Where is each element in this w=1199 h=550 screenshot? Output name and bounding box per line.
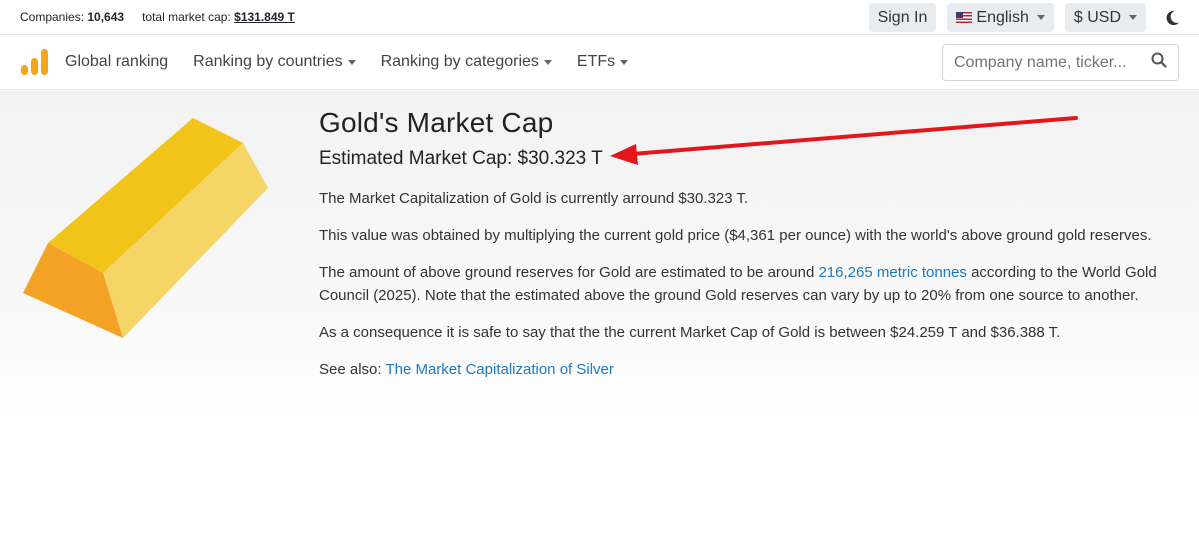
- page-title: Gold's Market Cap: [319, 107, 554, 138]
- reserves-link[interactable]: 216,265 metric tonnes: [818, 264, 966, 281]
- nav-ranking-by-countries-label: Ranking by countries: [193, 53, 343, 70]
- main-nav: Global ranking Ranking by countries Rank…: [0, 35, 1199, 90]
- currency-dropdown[interactable]: $ USD: [1064, 3, 1146, 32]
- estimated-market-cap: Estimated Market Cap: $30.323 T: [319, 148, 603, 169]
- article: Gold's Market Cap Estimated Market Cap: …: [319, 106, 1179, 381]
- nav-global-ranking[interactable]: Global ranking: [65, 53, 168, 71]
- nav-ranking-by-countries[interactable]: Ranking by countries: [193, 53, 356, 71]
- nav-etfs-label: ETFs: [576, 53, 616, 70]
- chevron-down-icon: [347, 59, 356, 65]
- total-market-cap: total market cap: $131.849 T: [142, 10, 295, 24]
- language-label: English: [976, 8, 1029, 26]
- chevron-down-icon: [1036, 15, 1045, 20]
- chevron-down-icon: [620, 59, 629, 65]
- nav-global-ranking-label: Global ranking: [65, 53, 169, 70]
- see-also: See also: The Market Capitalization of S…: [319, 358, 1179, 381]
- main-content: Gold's Market Cap Estimated Market Cap: …: [0, 91, 1199, 550]
- paragraph-current-cap: The Market Capitalization of Gold is cur…: [319, 190, 749, 207]
- us-flag-icon: [956, 12, 973, 23]
- currency-label: $ USD: [1073, 8, 1121, 26]
- chevron-down-icon: [1129, 15, 1137, 20]
- see-also-label: See also:: [319, 361, 386, 378]
- companies-value: 10,643: [87, 10, 125, 24]
- gold-bar-image: [23, 118, 268, 338]
- sign-in-label: Sign In: [877, 8, 928, 26]
- total-cap-link[interactable]: $131.849 T: [234, 10, 295, 24]
- nav-etfs[interactable]: ETFs: [576, 53, 629, 71]
- moon-icon[interactable]: [1157, 3, 1187, 33]
- silver-link[interactable]: The Market Capitalization of Silver: [385, 361, 613, 378]
- language-dropdown[interactable]: English: [947, 3, 1054, 32]
- bar-chart-logo[interactable]: [21, 49, 48, 75]
- search-icon[interactable]: [1151, 52, 1167, 73]
- sign-in-button[interactable]: Sign In: [868, 3, 937, 32]
- companies-count: Companies: 10,643: [20, 10, 124, 24]
- chevron-down-icon: [543, 59, 552, 65]
- paragraph-range: As a consequence it is safe to say that …: [319, 324, 1061, 341]
- nav-ranking-by-categories[interactable]: Ranking by categories: [381, 53, 552, 71]
- top-bar: Companies: 10,643 total market cap: $131…: [0, 0, 1199, 35]
- paragraph-method: This value was obtained by multiplying t…: [319, 227, 1152, 244]
- paragraph-reserves: The amount of above ground reserves for …: [319, 261, 1179, 307]
- nav-ranking-by-categories-label: Ranking by categories: [380, 53, 539, 70]
- search-input[interactable]: [954, 53, 1151, 72]
- search-box[interactable]: [942, 44, 1179, 81]
- reserves-text-before: The amount of above ground reserves for …: [319, 264, 819, 281]
- total-cap-label: total market cap:: [142, 10, 231, 24]
- companies-label: Companies:: [20, 10, 85, 24]
